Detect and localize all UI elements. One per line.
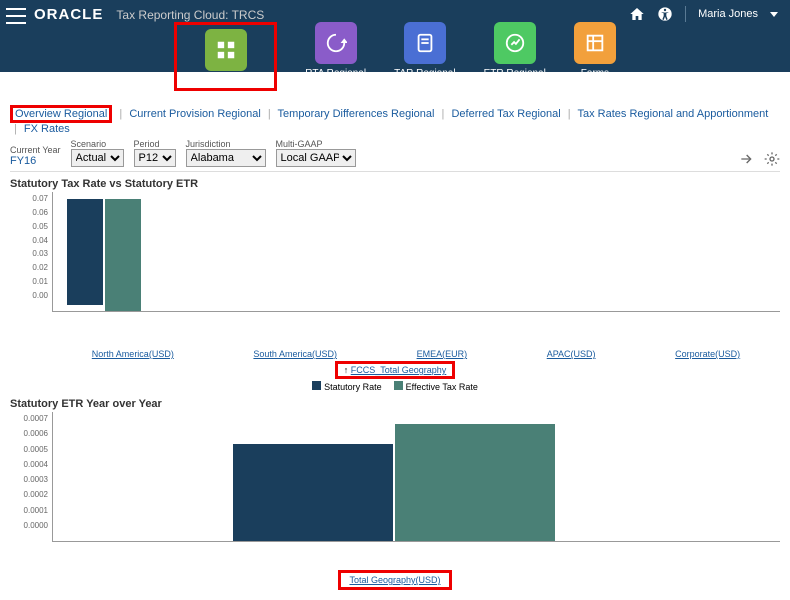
- period-label: Period: [134, 139, 176, 149]
- xlabel-sa[interactable]: South America(USD): [253, 349, 337, 359]
- chart-etr-yoy: Statutory ETR Year over Year 0.00070.000…: [10, 398, 780, 590]
- chart1-legend: Statutory Rate Effective Tax Rate: [10, 381, 780, 392]
- tab-temp-diff[interactable]: Temporary Differences Regional: [278, 108, 435, 120]
- tab-current-provision[interactable]: Current Provision Regional: [129, 108, 260, 120]
- bar-statutory-na[interactable]: [67, 199, 103, 305]
- card-label: TAR Regional: [394, 68, 456, 79]
- current-year-value[interactable]: FY16: [10, 155, 61, 167]
- chart-statutory-vs-etr: Statutory Tax Rate vs Statutory ETR 0.07…: [10, 178, 780, 392]
- chart1-yaxis: 0.070.060.050.040.030.020.010.00: [10, 192, 52, 312]
- chart2-plot: [52, 412, 780, 542]
- legend-statutory: Statutory Rate: [324, 382, 382, 392]
- chart2-title: Statutory ETR Year over Year: [10, 398, 780, 410]
- separator: [685, 6, 686, 22]
- card-tar-regional[interactable]: TAR Regional: [394, 22, 456, 91]
- bar-prior-year[interactable]: [233, 444, 393, 541]
- tab-fx-rates[interactable]: FX Rates: [24, 123, 70, 135]
- card-label: RTA Regional: [305, 68, 366, 79]
- tab-deferred-tax[interactable]: Deferred Tax Regional: [451, 108, 560, 120]
- legend-etr: Effective Tax Rate: [406, 382, 478, 392]
- drill-link[interactable]: FCCS_Total Geography: [351, 365, 447, 375]
- scenario-select[interactable]: Actual: [71, 149, 124, 167]
- multigaap-select[interactable]: Local GAAP: [276, 149, 356, 167]
- settings-icon[interactable]: [764, 151, 780, 167]
- home-icon[interactable]: [629, 6, 645, 22]
- multigaap-label: Multi-GAAP: [276, 139, 356, 149]
- chevron-down-icon[interactable]: [770, 12, 778, 17]
- tab-overview-regional[interactable]: Overview Regional: [15, 108, 107, 120]
- card-forms[interactable]: Forms: [574, 22, 616, 91]
- user-name[interactable]: Maria Jones: [698, 8, 758, 20]
- period-select[interactable]: P12: [134, 149, 176, 167]
- current-year-label: Current Year: [10, 145, 61, 155]
- menu-icon[interactable]: [6, 8, 26, 24]
- logo: ORACLE: [34, 6, 103, 23]
- tab-tax-rates[interactable]: Tax Rates Regional and Apportionment: [578, 108, 769, 120]
- card-etr-regional[interactable]: ETR Regional: [484, 22, 546, 91]
- chart1-xaxis: North America(USD) South America(USD) EM…: [52, 349, 780, 359]
- chart1-plot: [52, 192, 780, 312]
- bar-etr-na[interactable]: [105, 199, 141, 311]
- xlabel-na[interactable]: North America(USD): [92, 349, 174, 359]
- sub-tabs: Overview Regional | Current Provision Re…: [10, 103, 780, 137]
- jurisdiction-select[interactable]: Alabama: [186, 149, 266, 167]
- xlabel-apac[interactable]: APAC(USD): [547, 349, 596, 359]
- jurisdiction-label: Jurisdiction: [186, 139, 266, 149]
- app-title: Tax Reporting Cloud: TRCS: [116, 8, 264, 22]
- card-strip: Package Regional RTA Regional TAR Region…: [0, 22, 790, 91]
- chart2-yaxis: 0.00070.00060.00050.00040.00030.00020.00…: [10, 412, 52, 542]
- scenario-label: Scenario: [71, 139, 124, 149]
- bar-current-year[interactable]: [395, 424, 555, 541]
- accessibility-icon[interactable]: [657, 6, 673, 22]
- card-label: Package Regional: [185, 75, 266, 86]
- xlabel-corp[interactable]: Corporate(USD): [675, 349, 740, 359]
- filter-bar: Current Year FY16 Scenario Actual Period…: [10, 139, 780, 172]
- card-package-regional[interactable]: Package Regional: [174, 22, 277, 91]
- chart2-xlabel[interactable]: Total Geography(USD): [349, 575, 440, 585]
- arrow-right-icon[interactable]: [738, 151, 754, 167]
- card-label: Forms: [581, 68, 609, 79]
- xlabel-emea[interactable]: EMEA(EUR): [417, 349, 468, 359]
- card-label: ETR Regional: [484, 68, 546, 79]
- chart1-title: Statutory Tax Rate vs Statutory ETR: [10, 178, 780, 190]
- card-rta-regional[interactable]: RTA Regional: [305, 22, 366, 91]
